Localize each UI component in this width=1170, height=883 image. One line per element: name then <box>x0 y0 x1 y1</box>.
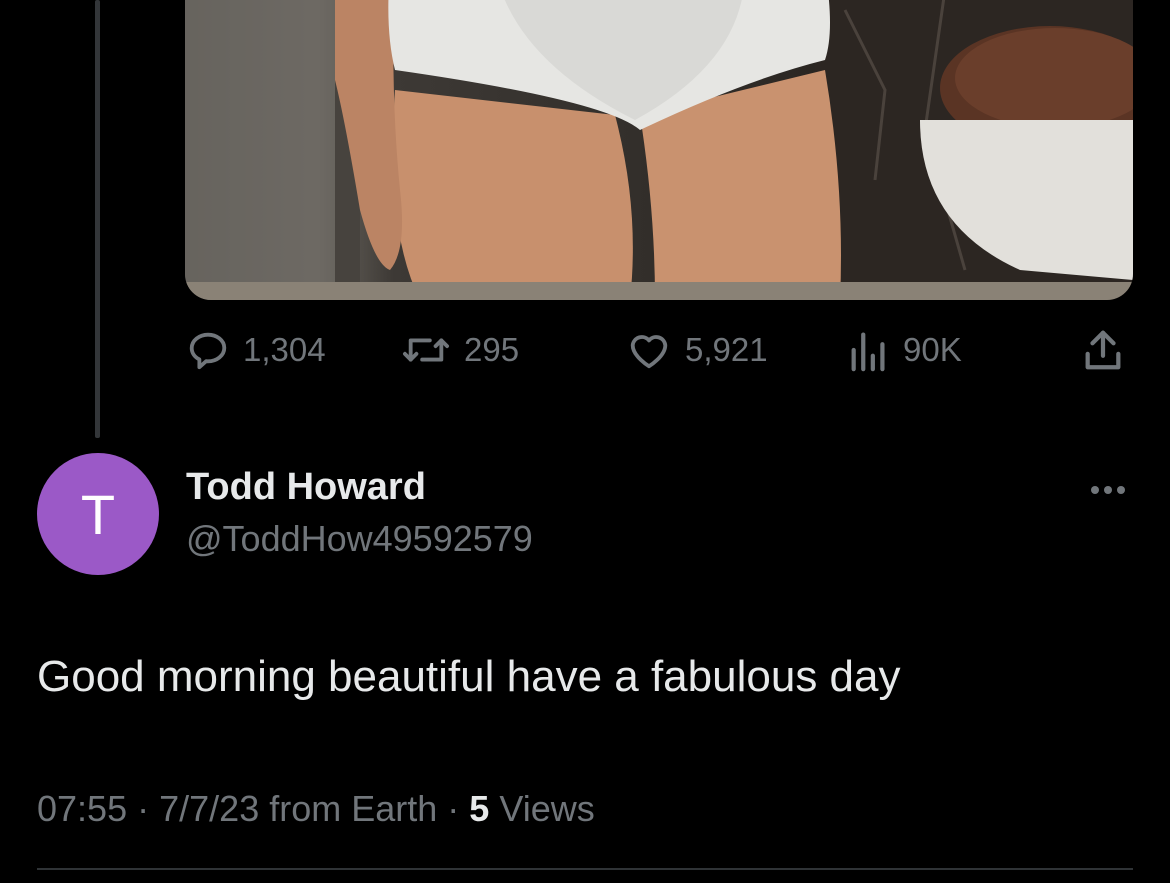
views-count: 90K <box>903 331 962 368</box>
tweet-text: Good morning beautiful have a fabulous d… <box>37 652 901 701</box>
meta-separator: · <box>137 788 150 829</box>
avatar-letter: T <box>80 482 116 546</box>
tweet-action-bar: 1,304 295 5,921 90K <box>185 325 1133 375</box>
more-dots-icon <box>1117 486 1125 494</box>
more-dots-icon <box>1104 486 1112 494</box>
avatar[interactable]: T <box>37 453 159 575</box>
reply-bubble-icon <box>185 327 231 373</box>
tweet-views-label: Views <box>499 788 595 829</box>
like-count: 5,921 <box>685 331 768 368</box>
repost-count: 295 <box>464 331 520 368</box>
reply-button[interactable]: 1,304 <box>185 325 326 375</box>
like-button[interactable]: 5,921 <box>625 325 768 375</box>
repost-button[interactable]: 295 <box>400 325 519 375</box>
repost-icon <box>400 327 452 373</box>
tweet-date-source[interactable]: 7/7/23 from Earth <box>159 788 437 829</box>
share-button[interactable] <box>1081 325 1125 375</box>
tweet-media-photo[interactable] <box>185 0 1133 300</box>
author-handle[interactable]: @ToddHow49592579 <box>186 518 533 560</box>
meta-separator: · <box>447 788 460 829</box>
more-options-button[interactable] <box>1082 475 1134 505</box>
heart-icon <box>625 327 673 373</box>
photo-illustration <box>185 0 1133 300</box>
more-dots-icon <box>1091 486 1099 494</box>
analytics-bars-icon <box>847 327 891 373</box>
tweet-views-count: 5 <box>469 788 490 829</box>
author-display-name[interactable]: Todd Howard <box>186 466 426 509</box>
share-upload-icon <box>1081 327 1125 373</box>
tweet-metadata: 07:55 · 7/7/23 from Earth · 5 Views <box>37 788 595 830</box>
reply-count: 1,304 <box>243 331 326 368</box>
views-button[interactable]: 90K <box>847 325 962 375</box>
tweet-time[interactable]: 07:55 <box>37 788 127 829</box>
divider <box>37 868 1133 870</box>
thread-connector-line <box>95 0 100 438</box>
